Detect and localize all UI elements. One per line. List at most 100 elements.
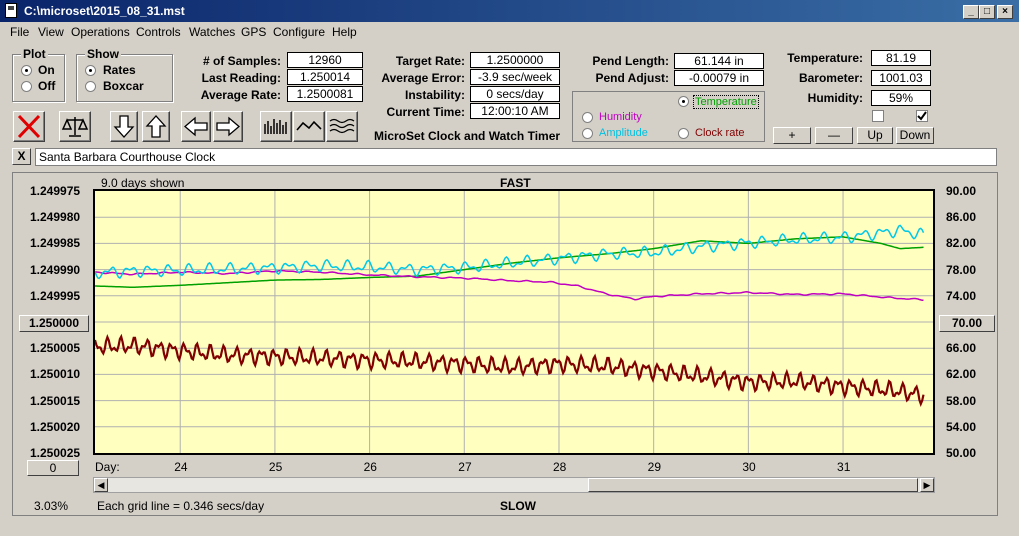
x-tick-label: 28 bbox=[552, 460, 567, 474]
up-button[interactable]: Up bbox=[857, 127, 893, 144]
pend-adjust-label: Pend Adjust: bbox=[595, 71, 669, 85]
y-right-tick-label: 66.00 bbox=[946, 341, 977, 356]
x-tick-label: 24 bbox=[174, 460, 188, 474]
menu-gps[interactable]: GPS bbox=[241, 25, 266, 39]
y-left-tick-label: 1.250020 bbox=[30, 419, 81, 434]
arrow-up-icon bbox=[145, 115, 167, 138]
checkbox-2[interactable] bbox=[916, 110, 928, 122]
right-center-button[interactable]: 70.00 bbox=[939, 315, 995, 332]
histogram-button[interactable] bbox=[260, 111, 292, 142]
plot-off-radio[interactable] bbox=[21, 81, 32, 92]
close-clock-button[interactable]: X bbox=[12, 148, 31, 165]
left-center-button[interactable]: 1.250000 bbox=[19, 315, 89, 332]
x-tick-label: 25 bbox=[268, 460, 283, 474]
clear-button[interactable] bbox=[13, 111, 45, 142]
menu-operations[interactable]: Operations bbox=[71, 25, 130, 39]
last-reading-label: Last Reading: bbox=[201, 71, 281, 85]
menu-help[interactable]: Help bbox=[332, 25, 357, 39]
clock-name-field[interactable]: Santa Barbara Courthouse Clock bbox=[35, 148, 997, 166]
day-axis-label: Day: bbox=[95, 460, 120, 474]
y-right-tick-label: 86.00 bbox=[946, 210, 977, 225]
menu-watches[interactable]: Watches bbox=[189, 25, 235, 39]
y-left-tick-label: 1.250010 bbox=[30, 367, 81, 382]
minimize-button[interactable]: _ bbox=[963, 5, 979, 19]
menu-file[interactable]: File bbox=[10, 25, 29, 39]
amplitude-radio[interactable] bbox=[582, 128, 593, 139]
horizontal-scrollbar[interactable]: ◀ ▶ bbox=[93, 477, 935, 493]
show-boxcar-radio[interactable] bbox=[85, 81, 96, 92]
grid-note: Each grid line = 0.346 secs/day bbox=[97, 499, 265, 513]
maximize-button[interactable]: □ bbox=[979, 5, 995, 19]
y-left-tick-label: 1.249995 bbox=[30, 288, 81, 303]
multi-wave-button[interactable] bbox=[326, 111, 358, 142]
humidity-label: Humidity: bbox=[807, 91, 863, 105]
checkbox-1[interactable] bbox=[872, 110, 884, 122]
arrow-up-button[interactable] bbox=[142, 111, 170, 142]
y-left-tick-label: 1.250015 bbox=[30, 393, 81, 408]
arrow-down-button[interactable] bbox=[110, 111, 138, 142]
arrow-down-icon bbox=[113, 115, 135, 138]
x-tick-label: 31 bbox=[837, 460, 851, 474]
series-line-amplitude bbox=[95, 224, 925, 280]
arrow-right-icon bbox=[216, 116, 241, 137]
minus-button[interactable]: — bbox=[815, 127, 853, 144]
plus-button[interactable]: + bbox=[773, 127, 811, 144]
show-rates-label: Rates bbox=[103, 63, 136, 77]
average-rate-value: 1.2500081 bbox=[287, 86, 363, 102]
title-bar[interactable]: C:\microset\2015_08_31.mst _ □ × bbox=[0, 0, 1019, 22]
arrow-right-button[interactable] bbox=[213, 111, 243, 142]
clock-rate-option[interactable]: Clock rate bbox=[695, 127, 745, 139]
line-plot-button[interactable] bbox=[293, 111, 325, 142]
plot-off-label: Off bbox=[38, 79, 56, 93]
show-group-title: Show bbox=[85, 47, 121, 61]
scroll-left-arrow-icon[interactable]: ◀ bbox=[94, 478, 108, 492]
x-tick-label: 30 bbox=[742, 460, 756, 474]
balance-button[interactable] bbox=[59, 111, 91, 142]
days-shown-label: 9.0 days shown bbox=[101, 176, 185, 190]
scroll-right-arrow-icon[interactable]: ▶ bbox=[920, 478, 934, 492]
app-icon bbox=[5, 3, 17, 18]
clock-rate-radio[interactable] bbox=[678, 128, 689, 139]
humidity-value: 59% bbox=[871, 90, 931, 106]
down-button[interactable]: Down bbox=[896, 127, 934, 144]
amplitude-option[interactable]: Amplitude bbox=[599, 127, 648, 139]
scrollbar-thumb[interactable] bbox=[588, 478, 918, 492]
y-left-tick-label: 1.249990 bbox=[30, 262, 81, 277]
fast-label: FAST bbox=[500, 176, 531, 190]
current-time-label: Current Time: bbox=[386, 105, 465, 119]
plot-on-radio[interactable] bbox=[21, 65, 32, 76]
pend-adjust-value: -0.00079 in bbox=[674, 70, 764, 86]
show-group: Show bbox=[76, 47, 173, 102]
show-boxcar-label: Boxcar bbox=[103, 79, 144, 93]
slow-label: SLOW bbox=[500, 499, 536, 513]
temperature-option[interactable]: Temperature bbox=[693, 95, 759, 109]
y-right-tick-label: 58.00 bbox=[946, 393, 977, 408]
y-left-tick-label: 1.250005 bbox=[30, 341, 81, 356]
menu-controls[interactable]: Controls bbox=[136, 25, 181, 39]
samples-value: 12960 bbox=[287, 52, 363, 68]
wave-line-icon bbox=[296, 120, 322, 131]
instability-value: 0 secs/day bbox=[470, 86, 560, 102]
humidity-radio[interactable] bbox=[582, 112, 593, 123]
close-window-button[interactable]: × bbox=[997, 5, 1013, 19]
menu-view[interactable]: View bbox=[38, 25, 64, 39]
show-rates-radio[interactable] bbox=[85, 65, 96, 76]
y-left-tick-label: 1.249980 bbox=[30, 210, 81, 225]
last-reading-value: 1.250014 bbox=[287, 69, 363, 85]
y-right-tick-label: 78.00 bbox=[946, 262, 977, 277]
target-rate-label: Target Rate: bbox=[395, 54, 465, 68]
histogram-icon bbox=[264, 119, 287, 134]
menu-bar: File View Operations Controls Watches GP… bbox=[0, 22, 1019, 42]
y-left-tick-label: 1.249985 bbox=[30, 236, 81, 251]
target-rate-value: 1.2500000 bbox=[470, 52, 560, 68]
humidity-option[interactable]: Humidity bbox=[599, 111, 642, 123]
arrow-left-icon bbox=[183, 116, 208, 137]
y-right-tick-label: 90.00 bbox=[946, 184, 977, 198]
temperature-radio[interactable] bbox=[678, 96, 689, 107]
menu-configure[interactable]: Configure bbox=[273, 25, 325, 39]
app-caption: MicroSet Clock and Watch Timer bbox=[374, 129, 561, 143]
arrow-left-button[interactable] bbox=[181, 111, 211, 142]
multi-wave-icon bbox=[329, 118, 355, 134]
zero-button[interactable]: 0 bbox=[27, 460, 79, 476]
average-error-label: Average Error: bbox=[381, 71, 465, 85]
